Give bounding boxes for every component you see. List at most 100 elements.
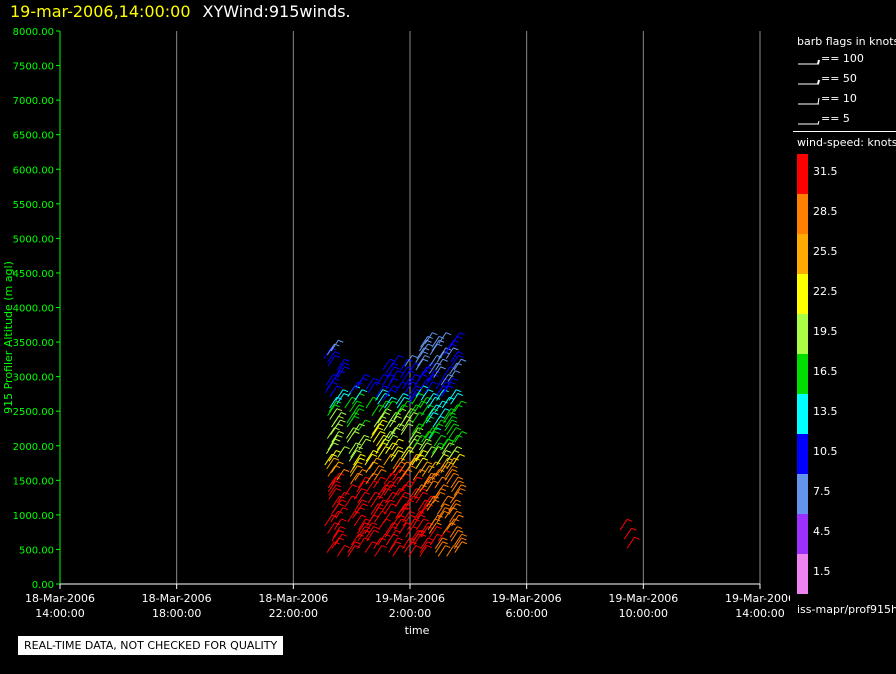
wind-barb-flag bbox=[411, 355, 418, 358]
wind-barb-flag bbox=[357, 465, 363, 469]
wind-barb-flag bbox=[422, 358, 429, 362]
wind-barb bbox=[383, 454, 392, 466]
wind-barb-flag bbox=[461, 541, 468, 545]
y-tick-label: 1000.00 bbox=[13, 511, 54, 522]
wind-barb-flag bbox=[358, 404, 365, 408]
colorbar-swatch bbox=[797, 474, 808, 514]
colorbar-label: 28.5 bbox=[813, 205, 838, 218]
wind-barb bbox=[626, 536, 635, 549]
barb-symbol-icon bbox=[798, 59, 820, 65]
wind-barb-flag bbox=[351, 484, 358, 488]
wind-barb bbox=[357, 476, 366, 489]
wind-barbs bbox=[323, 332, 640, 557]
wind-barb-flag bbox=[343, 393, 350, 396]
wind-barb bbox=[365, 450, 374, 462]
wind-barb-flag bbox=[333, 442, 339, 446]
wind-barb-flag bbox=[436, 526, 442, 530]
wind-barb-flag bbox=[397, 537, 403, 541]
wind-barb-flag bbox=[397, 370, 403, 374]
wind-barb-flag bbox=[365, 419, 371, 423]
x-tick-label-time: 10:00:00 bbox=[619, 607, 668, 620]
wind-barb bbox=[398, 522, 407, 534]
wind-barb bbox=[373, 537, 382, 550]
colorbar-swatch bbox=[797, 154, 808, 194]
barb-symbol-icon bbox=[798, 97, 820, 105]
wind-barb-flag bbox=[354, 541, 361, 545]
wind-barb-flag bbox=[457, 491, 463, 495]
wind-barb-flag bbox=[380, 431, 386, 434]
wind-barb-flag bbox=[408, 423, 414, 427]
wind-barb-flag bbox=[341, 518, 347, 522]
wind-barb-flag bbox=[343, 469, 350, 472]
wind-barb-flag bbox=[631, 527, 637, 531]
wind-barb-flag bbox=[422, 491, 429, 495]
wind-barb-flag bbox=[340, 499, 347, 503]
wind-barb bbox=[391, 423, 400, 435]
wind-barb-flag bbox=[456, 389, 462, 393]
wind-barb-flag bbox=[451, 343, 457, 347]
wind-barb-flag bbox=[460, 358, 467, 362]
x-tick-label-time: 14:00:00 bbox=[735, 607, 784, 620]
wind-barb-flag bbox=[452, 469, 458, 472]
wind-barb-flag bbox=[393, 385, 399, 389]
wind-barb bbox=[325, 442, 334, 454]
x-tick-label-time: 14:00:00 bbox=[35, 607, 84, 620]
y-tick-label: 5000.00 bbox=[13, 234, 54, 245]
wind-barb-flag bbox=[427, 389, 434, 393]
wind-barb-flag bbox=[426, 461, 433, 465]
wind-barb bbox=[336, 545, 345, 557]
wind-barb bbox=[374, 511, 383, 523]
wind-barb-flag bbox=[452, 465, 458, 469]
wind-barb-flag bbox=[395, 541, 402, 545]
colorbar-swatch bbox=[797, 314, 808, 354]
barb-legend-label: == 10 bbox=[821, 92, 857, 105]
wind-barb-flag bbox=[426, 545, 433, 549]
wind-barb-flag bbox=[432, 381, 438, 385]
wind-barb bbox=[332, 526, 341, 538]
wind-barb-flag bbox=[361, 514, 367, 518]
wind-barb bbox=[327, 465, 336, 477]
wind-barb-flag bbox=[408, 480, 414, 484]
wind-barb bbox=[452, 488, 461, 500]
wind-barb bbox=[371, 404, 380, 416]
colorbar-label: 13.5 bbox=[813, 405, 838, 418]
wind-barb-flag bbox=[448, 385, 454, 389]
wind-barb-flag bbox=[335, 438, 341, 442]
wind-barb-flag bbox=[444, 503, 450, 507]
wind-barb-flag bbox=[381, 545, 388, 549]
barb-symbol-icon bbox=[798, 120, 820, 125]
wind-barb bbox=[424, 446, 433, 458]
wind-barb-flag bbox=[337, 423, 343, 427]
wind-barb-flag bbox=[362, 503, 368, 507]
wind-barb bbox=[425, 393, 434, 405]
wind-barb-flag bbox=[360, 453, 366, 457]
wind-barb bbox=[326, 427, 335, 439]
wind-barb-flag bbox=[358, 408, 365, 412]
wind-barb-flag bbox=[341, 533, 348, 537]
wind-barb-flag bbox=[434, 431, 440, 434]
wind-barb bbox=[393, 461, 402, 473]
wind-barb-flag bbox=[371, 522, 378, 526]
wind-barb bbox=[333, 499, 342, 512]
wind-barb-flag bbox=[338, 529, 345, 533]
wind-barb-flag bbox=[461, 431, 468, 434]
wind-barb bbox=[365, 461, 374, 473]
wind-barb-flag bbox=[455, 503, 462, 507]
wind-barb-flag bbox=[376, 457, 382, 461]
wind-barb-flag bbox=[371, 453, 378, 457]
wind-barb-flag bbox=[337, 434, 343, 438]
wind-barb bbox=[337, 446, 346, 458]
wind-barb bbox=[333, 518, 342, 531]
wind-barb-flag bbox=[457, 529, 464, 533]
wind-barb-flag bbox=[397, 446, 404, 450]
colorbar-label: 10.5 bbox=[813, 445, 838, 458]
wind-barb-flag bbox=[393, 377, 399, 381]
wind-barb-flag bbox=[404, 396, 410, 400]
wind-barb-flag bbox=[373, 529, 380, 533]
wind-barb bbox=[353, 454, 362, 466]
wind-barb bbox=[345, 427, 354, 439]
wind-barb-flag bbox=[356, 400, 362, 404]
wind-barb-flag bbox=[398, 450, 404, 453]
x-tick-label-date: 18-Mar-2006 bbox=[142, 592, 212, 605]
wind-barb-flag bbox=[333, 457, 340, 461]
